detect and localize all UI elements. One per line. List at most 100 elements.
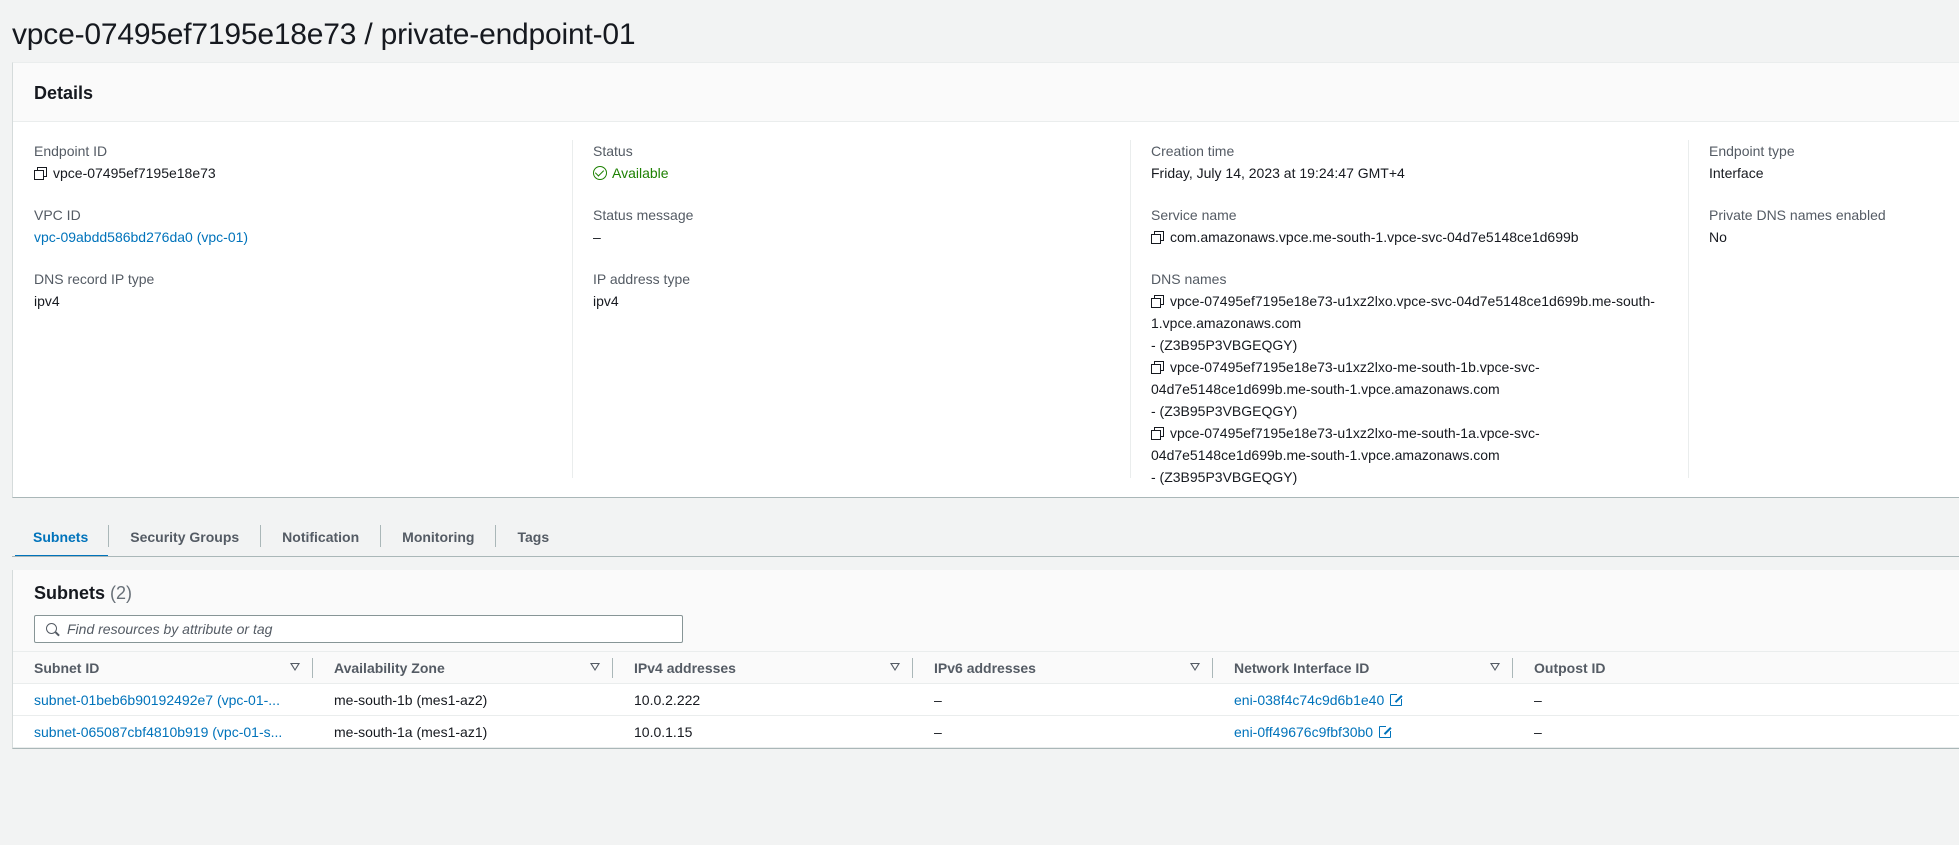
column-divider (1688, 140, 1689, 478)
external-link-icon[interactable] (1390, 691, 1405, 706)
details-column-1: Endpoint ID vpce-07495ef7195e18e73 VPC I… (34, 140, 574, 332)
column-header-label: IPv6 addresses (934, 659, 1036, 676)
column-header-label: Outpost ID (1534, 659, 1606, 676)
column-header-subnet-id[interactable]: Subnet ID (13, 652, 313, 684)
sort-icon[interactable] (590, 663, 600, 671)
endpoint-id-value: vpce-07495ef7195e18e73 (53, 165, 216, 181)
table-row: subnet-065087cbf4810b919 (vpc-01-s... me… (13, 715, 1959, 748)
creation-time-value: Friday, July 14, 2023 at 19:24:47 GMT+4 (1151, 165, 1405, 181)
column-header-network-interface-id[interactable]: Network Interface ID (1213, 652, 1513, 684)
column-header-label: Subnet ID (34, 659, 100, 676)
subnets-heading: Subnets (2) (34, 583, 1959, 604)
subnet-id-link[interactable]: subnet-01beb6b90192492e7 (vpc-01-... (13, 683, 313, 716)
dns-name-zone: - (Z3B95P3VBGEQGY) (1151, 403, 1298, 419)
column-header-availability-zone[interactable]: Availability Zone (313, 652, 613, 684)
search-input[interactable] (67, 616, 667, 642)
ipv4-cell: 10.0.1.15 (613, 715, 913, 748)
ipv6-cell: – (913, 683, 1213, 716)
copy-icon[interactable] (1151, 231, 1164, 244)
subnets-table: Subnet ID Availability Zone IPv4 address… (13, 651, 1959, 748)
column-header-outpost-id[interactable]: Outpost ID (1513, 652, 1959, 684)
details-column-4: Endpoint type Interface Private DNS name… (1709, 140, 1959, 268)
copy-icon[interactable] (1151, 295, 1164, 308)
search-icon (46, 623, 57, 634)
dns-names-label: DNS names (1151, 271, 1227, 287)
column-header-ipv6[interactable]: IPv6 addresses (913, 652, 1213, 684)
search-box[interactable] (34, 615, 683, 643)
status-message-label: Status message (593, 207, 694, 223)
column-divider (1130, 140, 1131, 478)
dns-name-entry: vpce-07495ef7195e18e73-u1xz2lxo-me-south… (1151, 356, 1691, 422)
table-row: subnet-01beb6b90192492e7 (vpc-01-... me-… (13, 683, 1959, 716)
check-circle-icon (593, 166, 607, 180)
page-title: vpce-07495ef7195e18e73 / private-endpoin… (12, 18, 636, 51)
status-label: Status (593, 143, 633, 159)
subnets-header: Subnets (2) (13, 570, 1959, 651)
availability-zone-cell: me-south-1a (mes1-az1) (313, 715, 613, 748)
table-header-row: Subnet ID Availability Zone IPv4 address… (13, 651, 1959, 684)
details-column-2: Status Available Status message – IP add… (593, 140, 1133, 332)
dns-name-zone: - (Z3B95P3VBGEQGY) (1151, 469, 1298, 485)
outpost-cell: – (1513, 683, 1959, 716)
tab-monitoring[interactable]: Monitoring (381, 522, 495, 557)
details-column-3: Creation time Friday, July 14, 2023 at 1… (1151, 140, 1691, 508)
tab-tags[interactable]: Tags (496, 522, 570, 557)
endpoint-type-value: Interface (1709, 165, 1764, 181)
dns-name-line: vpce-07495ef7195e18e73-u1xz2lxo-me-south… (1170, 425, 1540, 441)
copy-icon[interactable] (34, 167, 47, 180)
tab-security-groups[interactable]: Security Groups (109, 522, 260, 557)
private-dns-value: No (1709, 229, 1727, 245)
column-divider (572, 140, 573, 478)
eni-cell: eni-038f4c74c9d6b1e40 (1213, 683, 1513, 716)
dns-name-line: vpce-07495ef7195e18e73-u1xz2lxo.vpce-svc… (1170, 293, 1655, 309)
sort-icon[interactable] (890, 663, 900, 671)
ipv4-cell: 10.0.2.222 (613, 683, 913, 716)
column-header-ipv4[interactable]: IPv4 addresses (613, 652, 913, 684)
copy-icon[interactable] (1151, 427, 1164, 440)
status-message-value: – (593, 229, 601, 245)
tabs-underline (12, 556, 1959, 557)
subnet-id-link[interactable]: subnet-065087cbf4810b919 (vpc-01-s... (13, 715, 313, 748)
sort-icon[interactable] (1490, 663, 1500, 671)
tab-subnets[interactable]: Subnets (15, 522, 109, 557)
dns-record-ip-type-label: DNS record IP type (34, 271, 155, 287)
vpc-id-label: VPC ID (34, 207, 81, 223)
eni-link[interactable]: eni-038f4c74c9d6b1e40 (1234, 692, 1384, 708)
tab-bar: Subnets Security Groups Notification Mon… (15, 522, 570, 557)
outpost-cell: – (1513, 715, 1959, 748)
sort-icon[interactable] (290, 663, 300, 671)
dns-name-line: 04d7e5148ce1d699b.me-south-1.vpce.amazon… (1151, 381, 1500, 397)
subnets-panel: Subnets (2) Subnet ID Availability Zone … (12, 570, 1959, 749)
tab-notification[interactable]: Notification (261, 522, 380, 557)
eni-link[interactable]: eni-0ff49676c9fbf30b0 (1234, 724, 1373, 740)
service-name-value: com.amazonaws.vpce.me-south-1.vpce-svc-0… (1170, 229, 1579, 245)
column-header-label: IPv4 addresses (634, 659, 736, 676)
dns-name-entry: vpce-07495ef7195e18e73-u1xz2lxo-me-south… (1151, 422, 1691, 488)
details-heading: Details (34, 83, 94, 103)
availability-zone-cell: me-south-1b (mes1-az2) (313, 683, 613, 716)
external-link-icon[interactable] (1379, 723, 1394, 738)
sort-icon[interactable] (1190, 663, 1200, 671)
column-header-label: Network Interface ID (1234, 659, 1370, 676)
ip-address-type-value: ipv4 (593, 293, 619, 309)
vpc-id-link[interactable]: vpc-09abdd586bd276da0 (vpc-01) (34, 226, 574, 248)
endpoint-id-label: Endpoint ID (34, 143, 108, 159)
subnets-count: (2) (110, 583, 133, 603)
creation-time-label: Creation time (1151, 143, 1235, 159)
ipv6-cell: – (913, 715, 1213, 748)
service-name-label: Service name (1151, 207, 1237, 223)
ip-address-type-label: IP address type (593, 271, 691, 287)
private-dns-label: Private DNS names enabled (1709, 207, 1886, 223)
column-header-label: Availability Zone (334, 659, 445, 676)
dns-record-ip-type-value: ipv4 (34, 293, 60, 309)
copy-icon[interactable] (1151, 361, 1164, 374)
details-header: Details (13, 63, 1959, 122)
dns-name-line: vpce-07495ef7195e18e73-u1xz2lxo-me-south… (1170, 359, 1540, 375)
dns-name-line: 04d7e5148ce1d699b.me-south-1.vpce.amazon… (1151, 447, 1500, 463)
dns-name-zone: - (Z3B95P3VBGEQGY) (1151, 337, 1298, 353)
endpoint-type-label: Endpoint type (1709, 143, 1795, 159)
dns-name-line: 1.vpce.amazonaws.com (1151, 315, 1302, 331)
subnets-title: Subnets (34, 583, 106, 603)
details-panel: Details Endpoint ID vpce-07495ef7195e18e… (12, 62, 1959, 498)
eni-cell: eni-0ff49676c9fbf30b0 (1213, 715, 1513, 748)
